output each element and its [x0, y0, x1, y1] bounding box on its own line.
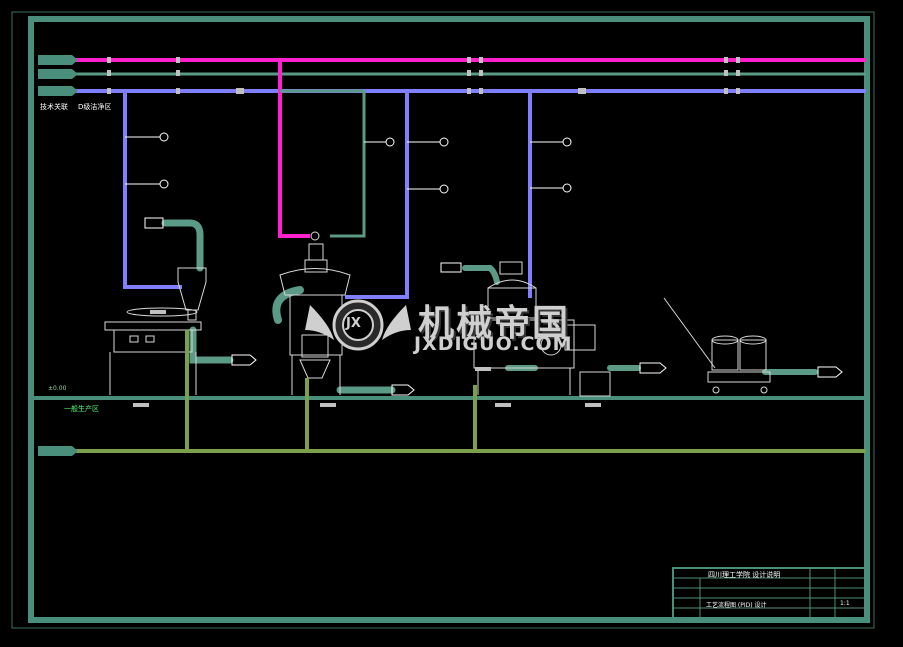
- watermark-url: JXDIGUO.COM: [414, 333, 573, 355]
- area-label: 技术关联: [40, 103, 68, 111]
- zone-label: D级洁净区: [78, 103, 112, 111]
- watermark-logo-letters: JX: [346, 316, 361, 331]
- lower-zone-label: 一般生产区: [64, 405, 99, 413]
- title-drawing: 工艺流程图 (PID) 设计: [706, 602, 767, 609]
- title-school: 四川理工学院 设计说明: [708, 571, 781, 579]
- branch-pipe-1: [123, 91, 182, 289]
- header-pipes: [38, 55, 866, 96]
- floor-level-label: ±0.00: [48, 385, 67, 392]
- title-scale: 1:1: [840, 600, 850, 607]
- equipment-cart: [663, 297, 771, 394]
- magenta-branch: [278, 60, 395, 238]
- branch-pipe-3: [528, 91, 572, 298]
- branch-pipe-2: [345, 91, 449, 299]
